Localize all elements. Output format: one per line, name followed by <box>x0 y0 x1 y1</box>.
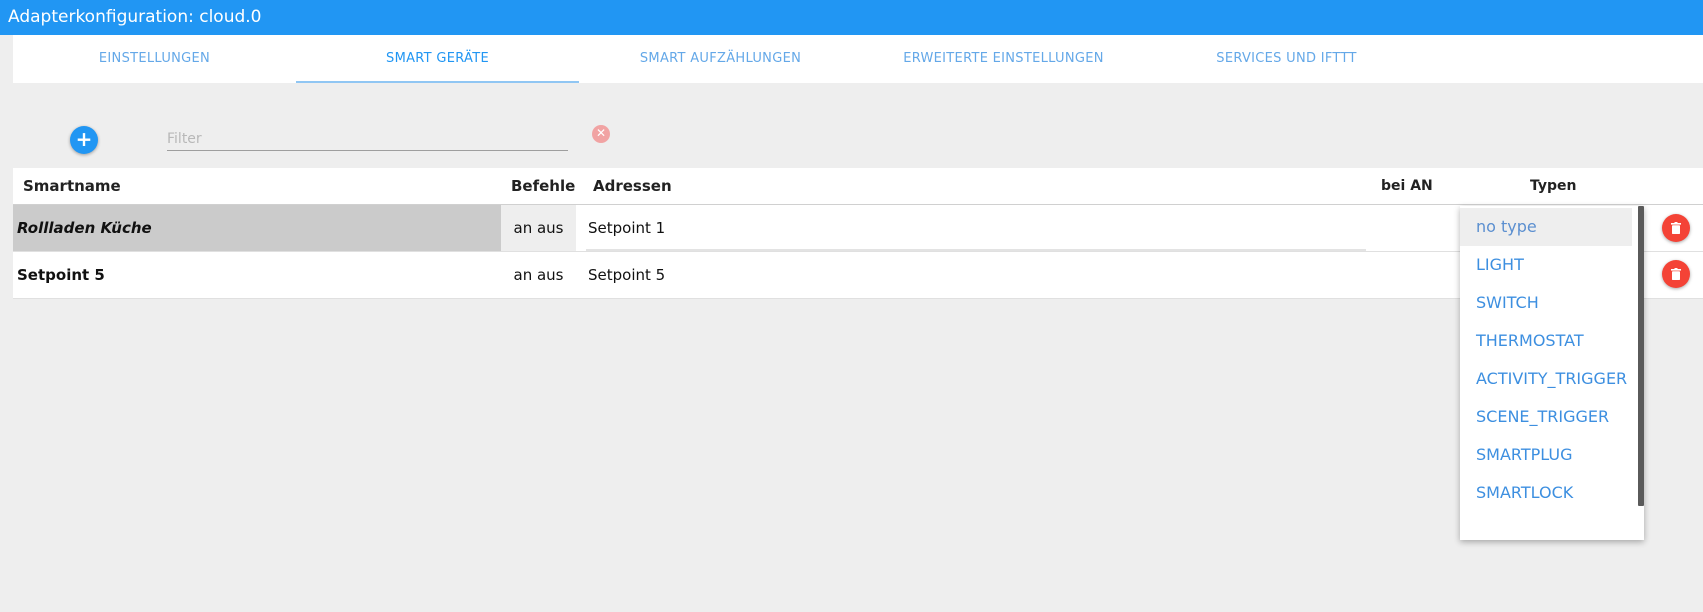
smartname-cell[interactable]: Rollladen Küche <box>13 205 501 251</box>
type-option-smartplug[interactable]: SMARTPLUG <box>1460 436 1632 474</box>
header-smartname[interactable]: Smartname <box>23 168 121 205</box>
type-option-thermostat[interactable]: THERMOSTAT <box>1460 322 1632 360</box>
adapter-config-window: Adapterkonfiguration: cloud.0 EINSTELLUN… <box>0 0 1703 612</box>
type-option-scene-trigger[interactable]: SCENE_TRIGGER <box>1460 398 1632 436</box>
type-option-no-type[interactable]: no type <box>1460 208 1632 246</box>
type-dropdown-menu[interactable]: no type LIGHT SWITCH THERMOSTAT ACTIVITY… <box>1460 206 1644 540</box>
type-option-light[interactable]: LIGHT <box>1460 246 1632 284</box>
type-option-activity-trigger[interactable]: ACTIVITY_TRIGGER <box>1460 360 1632 398</box>
befehle-cell: an aus <box>501 205 576 251</box>
window-title: Adapterkonfiguration: cloud.0 <box>0 0 1703 35</box>
trash-icon <box>1671 268 1681 280</box>
befehle-cell: an aus <box>513 266 564 284</box>
header-typen[interactable]: Typen <box>1530 168 1577 205</box>
main-content: EINSTELLUNGEN SMART GERÄTE SMART AUFZÄHL… <box>0 35 1703 612</box>
smartname-cell[interactable]: Setpoint 5 <box>13 252 501 298</box>
tab-services-ifttt[interactable]: SERVICES UND IFTTT <box>1145 35 1428 83</box>
delete-button[interactable] <box>1662 260 1690 288</box>
close-icon: ✕ <box>595 126 607 140</box>
trash-icon <box>1671 222 1681 234</box>
table-row[interactable]: Rollladen Küche an aus Setpoint 1 <box>13 205 1703 252</box>
header-bei-an[interactable]: bei AN <box>1381 168 1433 205</box>
filter-input[interactable] <box>167 127 568 151</box>
tab-smart-aufzaehlungen[interactable]: SMART AUFZÄHLUNGEN <box>579 35 862 83</box>
type-option-smartlock[interactable]: SMARTLOCK <box>1460 474 1632 512</box>
active-tab-indicator <box>296 81 579 83</box>
add-device-button[interactable]: + <box>70 126 98 154</box>
clear-filter-button[interactable]: ✕ <box>592 125 610 143</box>
header-befehle[interactable]: Befehle <box>511 168 575 205</box>
type-option-switch[interactable]: SWITCH <box>1460 284 1632 322</box>
tab-erweiterte-einstellungen[interactable]: ERWEITERTE EINSTELLUNGEN <box>862 35 1145 83</box>
header-adressen[interactable]: Adressen <box>593 168 672 205</box>
delete-button[interactable] <box>1662 214 1690 242</box>
tab-smart-geraete[interactable]: SMART GERÄTE <box>296 35 579 83</box>
address-cell[interactable]: Setpoint 5 <box>586 252 1366 298</box>
table-row[interactable]: Setpoint 5 an aus Setpoint 5 <box>13 252 1703 299</box>
address-cell[interactable]: Setpoint 1 <box>586 205 1366 251</box>
dropdown-scrollbar[interactable] <box>1638 206 1644 506</box>
plus-icon: + <box>75 127 93 151</box>
tab-einstellungen[interactable]: EINSTELLUNGEN <box>13 35 296 83</box>
tab-bar: EINSTELLUNGEN SMART GERÄTE SMART AUFZÄHL… <box>13 35 1703 83</box>
table-header: Smartname Befehle Adressen bei AN Typen <box>13 168 1703 205</box>
